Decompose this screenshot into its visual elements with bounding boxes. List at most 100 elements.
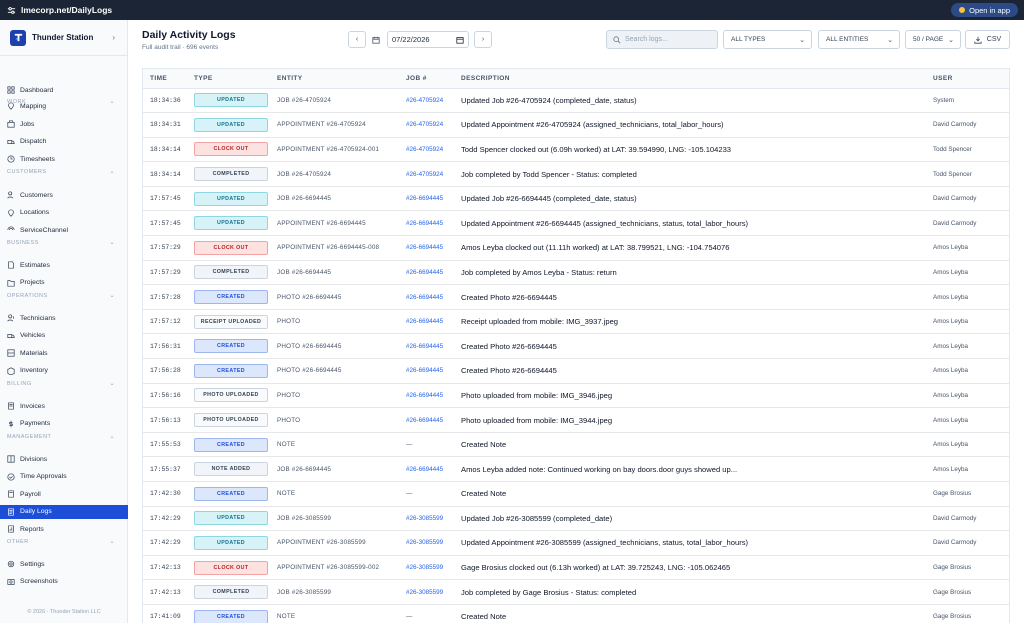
sidebar-item-label: Daily Logs bbox=[20, 508, 52, 515]
table-row[interactable]: 17:42:29 UPDATED APPOINTMENT #26-3085599 #2… bbox=[143, 530, 1009, 556]
dispatch-icon bbox=[7, 139, 15, 144]
next-day-button[interactable]: › bbox=[474, 31, 492, 48]
date-picker[interactable]: 07/22/2026 bbox=[372, 31, 470, 48]
time-cell: 18:34:36 bbox=[143, 88, 187, 114]
job-link[interactable]: #26-3085599 bbox=[399, 506, 454, 532]
job-link[interactable]: #26-6694445 bbox=[399, 284, 454, 310]
copyright: © 2026 · Thunder Station LLC bbox=[27, 609, 101, 615]
sidebar-item-jobs[interactable]: Jobs bbox=[0, 117, 128, 131]
brand[interactable]: Thunder Station › bbox=[0, 20, 127, 56]
table-row[interactable]: 17:55:53 CREATED NOTE — Created Note Amos Ley… bbox=[143, 432, 1009, 458]
browser-url[interactable]: lmecorp.net/DailyLogs bbox=[21, 5, 112, 15]
table-row[interactable]: 17:42:13 CLOCK OUT APPOINTMENT #26-3085599… bbox=[143, 555, 1009, 581]
table-row[interactable]: 17:42:13 COMPLETED JOB #26-3085599 #26-3085… bbox=[143, 579, 1009, 605]
table-row[interactable]: 17:56:13 PHOTO UPLOADED PHOTO #26-6694445 Ph… bbox=[143, 407, 1009, 433]
table-row[interactable]: 17:57:12 RECEIPT UPLOADED PHOTO #26-6694445… bbox=[143, 309, 1009, 335]
job-link[interactable]: #26-6694445 bbox=[399, 186, 454, 212]
table-row[interactable]: 17:55:37 NOTE ADDED JOB #26-6694445 #26-669… bbox=[143, 456, 1009, 482]
type-badge: NOTE ADDED bbox=[194, 462, 268, 477]
job-link[interactable]: #26-6694445 bbox=[399, 456, 454, 482]
table-row[interactable]: 17:57:29 CLOCK OUT APPOINTMENT #26-6694445… bbox=[143, 235, 1009, 261]
job-link[interactable]: #26-4705924 bbox=[399, 161, 454, 187]
job-link[interactable]: #26-4705924 bbox=[399, 88, 454, 114]
sidebar-item-timesheets[interactable]: Timesheets bbox=[0, 152, 128, 166]
sidebar-item-inventory[interactable]: Inventory bbox=[0, 364, 128, 378]
sidebar-item-technicians[interactable]: Technicians bbox=[0, 311, 128, 325]
date-input[interactable]: 07/22/2026 bbox=[387, 31, 469, 48]
table-row[interactable]: 17:42:30 CREATED NOTE — Created Note Gage Bro… bbox=[143, 481, 1009, 507]
prev-day-button[interactable]: ‹ bbox=[348, 31, 366, 48]
entity-filter-select[interactable]: ALL ENTITIES ⌄ bbox=[818, 30, 900, 49]
job-link[interactable]: #26-3085599 bbox=[399, 530, 454, 556]
chevron-right-icon[interactable]: › bbox=[112, 33, 115, 42]
sidebar-item-divisions[interactable]: Divisions bbox=[0, 452, 128, 466]
column-header-time[interactable]: TIME bbox=[143, 69, 187, 89]
job-link[interactable]: #26-4705924 bbox=[399, 112, 454, 138]
column-header-type[interactable]: TYPE bbox=[187, 69, 270, 89]
open-in-app-button[interactable]: Open in app bbox=[951, 3, 1018, 17]
csv-export-button[interactable]: CSV bbox=[965, 30, 1010, 49]
job-link[interactable]: #26-6694445 bbox=[399, 333, 454, 360]
sidebar-item-estimates[interactable]: Estimates bbox=[0, 258, 128, 272]
table-row[interactable]: 17:57:45 UPDATED APPOINTMENT #26-6694445 #2… bbox=[143, 210, 1009, 237]
sidebar-item-screenshots[interactable]: Screenshots bbox=[0, 575, 128, 589]
sidebar-item-reports[interactable]: Reports bbox=[0, 522, 128, 536]
job-link[interactable]: #26-3085599 bbox=[399, 555, 454, 581]
sidebar-section-customers[interactable]: CUSTOMERS ⌄ bbox=[7, 169, 121, 175]
column-header-entity[interactable]: ENTITY bbox=[270, 69, 399, 89]
job-link[interactable]: #26-6694445 bbox=[399, 358, 454, 384]
table-row[interactable]: 18:34:14 COMPLETED JOB #26-4705924 #26-4705… bbox=[143, 161, 1009, 187]
search-input[interactable]: Search logs... bbox=[606, 30, 718, 49]
job-link[interactable]: #26-6694445 bbox=[399, 309, 454, 335]
table-row[interactable]: 17:57:29 COMPLETED JOB #26-6694445 #26-6694… bbox=[143, 260, 1009, 286]
table-row[interactable]: 17:42:29 UPDATED JOB #26-3085599 #26-308559… bbox=[143, 506, 1009, 532]
job-link[interactable]: #26-3085599 bbox=[399, 579, 454, 605]
table-row[interactable]: 18:34:31 UPDATED APPOINTMENT #26-4705924 #2… bbox=[143, 112, 1009, 138]
sidebar-item-projects[interactable]: Projects bbox=[0, 276, 128, 290]
table-row[interactable]: 18:34:14 CLOCK OUT APPOINTMENT #26-4705924… bbox=[143, 137, 1009, 163]
sidebar-item-materials[interactable]: Materials bbox=[0, 346, 128, 360]
job-link[interactable]: #26-6694445 bbox=[399, 383, 454, 409]
sidebar-item-customers[interactable]: Customers bbox=[0, 188, 128, 202]
sidebar-item-vehicles[interactable]: Vehicles bbox=[0, 329, 128, 343]
sidebar-item-invoices[interactable]: Invoices bbox=[0, 399, 128, 413]
sidebar-section-operations[interactable]: OPERATIONS ⌄ bbox=[7, 293, 121, 299]
sidebar-section-business[interactable]: BUSINESS ⌄ bbox=[7, 240, 121, 246]
sidebar-item-dashboard[interactable]: Dashboard bbox=[0, 83, 128, 97]
job-link: — bbox=[399, 604, 454, 623]
sidebar-item-locations[interactable]: Locations bbox=[0, 206, 128, 220]
type-filter-select[interactable]: ALL TYPES ⌄ bbox=[723, 30, 812, 49]
table-row[interactable]: 18:34:36 UPDATED JOB #26-4705924 #26-470592… bbox=[143, 88, 1009, 114]
sidebar-item-time-approvals[interactable]: Time Approvals bbox=[0, 470, 128, 484]
table-row[interactable]: 17:56:16 PHOTO UPLOADED PHOTO #26-6694445 Ph… bbox=[143, 383, 1009, 409]
job-link[interactable]: #26-6694445 bbox=[399, 260, 454, 286]
sidebar-section-management[interactable]: MANAGEMENT ⌄ bbox=[7, 434, 121, 440]
entity-cell: APPOINTMENT #26-3085599-002 bbox=[270, 555, 399, 581]
job-link[interactable]: #26-6694445 bbox=[399, 235, 454, 261]
sidebar-item-payroll[interactable]: Payroll bbox=[0, 487, 128, 501]
table-row[interactable]: 17:56:28 CREATED PHOTO #26-6694445 #26-6694… bbox=[143, 358, 1009, 384]
table-row[interactable]: 17:57:45 UPDATED JOB #26-6694445 #26-669444… bbox=[143, 186, 1009, 212]
sidebar-item-daily-logs[interactable]: Daily Logs bbox=[0, 504, 128, 519]
per-page-select[interactable]: 50 / PAGE ⌄ bbox=[905, 30, 961, 49]
job-link[interactable]: #26-4705924 bbox=[399, 137, 454, 163]
sidebar-section-work[interactable]: WORK ⌄ bbox=[7, 99, 121, 105]
column-header-user[interactable]: USER bbox=[926, 69, 1009, 89]
table-row[interactable]: 17:56:31 CREATED PHOTO #26-6694445 #26-6694… bbox=[143, 333, 1009, 360]
sidebar-section-billing[interactable]: BILLING ⌄ bbox=[7, 381, 121, 387]
sidebar-item-dispatch[interactable]: Dispatch bbox=[0, 135, 128, 149]
job-link[interactable]: #26-6694445 bbox=[399, 407, 454, 433]
sidebar-item-servicechannel[interactable]: ServiceChannel bbox=[0, 223, 128, 237]
calendar-picker-icon[interactable] bbox=[456, 36, 464, 44]
table-row[interactable]: 17:41:09 CREATED NOTE — Created Note Gage Bro… bbox=[143, 604, 1009, 623]
sliders-icon[interactable] bbox=[6, 5, 16, 15]
sidebar-item-payments[interactable]: Payments bbox=[0, 417, 128, 431]
column-header-description[interactable]: DESCRIPTION bbox=[454, 69, 926, 89]
table-row[interactable]: 17:57:28 CREATED PHOTO #26-6694445 #26-6694… bbox=[143, 284, 1009, 310]
sidebar-section-other[interactable]: OTHER ⌄ bbox=[7, 539, 121, 545]
time-cell: 17:42:13 bbox=[143, 579, 187, 605]
job-link[interactable]: #26-6694445 bbox=[399, 210, 454, 237]
sidebar-item-settings[interactable]: Settings bbox=[0, 557, 128, 571]
column-header-job[interactable]: JOB # bbox=[399, 69, 454, 89]
materials-icon bbox=[7, 349, 15, 357]
